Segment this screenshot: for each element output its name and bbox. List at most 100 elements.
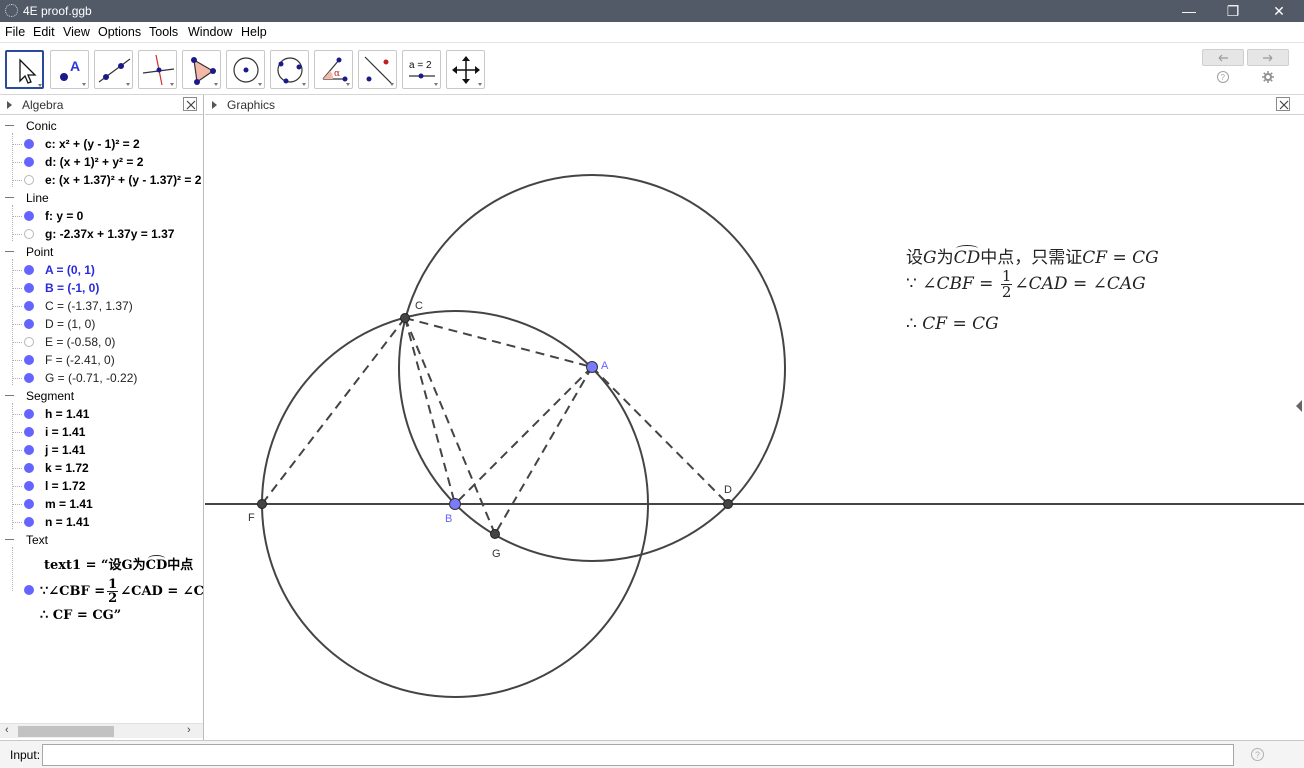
visibility-toggle[interactable] xyxy=(24,157,34,167)
visibility-toggle[interactable] xyxy=(24,373,34,383)
segment-ag[interactable] xyxy=(495,367,592,534)
algebra-item-g[interactable]: g: -2.37x + 1.37y = 1.37 xyxy=(0,225,204,243)
menu-options[interactable]: Options xyxy=(98,25,141,39)
help-icon[interactable]: ? xyxy=(1216,70,1230,84)
algebra-item-text1-line3[interactable]: ∴ CF = CG” xyxy=(0,607,204,625)
group-line[interactable]: Line xyxy=(0,189,204,207)
segment-cb[interactable] xyxy=(405,318,455,504)
gear-icon[interactable] xyxy=(1261,70,1275,84)
algebra-item-j[interactable]: j = 1.41 xyxy=(0,441,204,459)
menu-view[interactable]: View xyxy=(63,25,90,39)
collapse-arrow-icon[interactable] xyxy=(7,101,12,109)
point-B[interactable] xyxy=(450,499,461,510)
group-conic[interactable]: Conic xyxy=(0,117,204,135)
visibility-toggle[interactable] xyxy=(24,499,34,509)
collapse-arrow-icon[interactable] xyxy=(212,101,217,109)
visibility-toggle[interactable] xyxy=(24,229,34,239)
algebra-item-e[interactable]: e: (x + 1.37)² + (y - 1.37)² = 2 xyxy=(0,171,204,189)
perpendicular-tool-button[interactable] xyxy=(138,50,177,89)
algebra-item-f[interactable]: f: y = 0 xyxy=(0,207,204,225)
segment-cf[interactable] xyxy=(262,318,405,504)
menu-window[interactable]: Window xyxy=(188,25,232,39)
conic-tool-button[interactable] xyxy=(270,50,309,89)
scroll-thumb[interactable] xyxy=(18,726,114,737)
visibility-toggle[interactable] xyxy=(24,319,34,329)
visibility-toggle[interactable] xyxy=(24,463,34,473)
algebra-item-n[interactable]: n = 1.41 xyxy=(0,513,204,531)
input-help-icon[interactable]: ? xyxy=(1251,748,1264,761)
visibility-toggle[interactable] xyxy=(24,211,34,221)
collapse-minus-icon[interactable] xyxy=(5,197,14,198)
line-tool-button[interactable] xyxy=(94,50,133,89)
menu-file[interactable]: File xyxy=(5,25,25,39)
visibility-toggle[interactable] xyxy=(24,585,34,595)
visibility-toggle[interactable] xyxy=(24,517,34,527)
expand-sidebar-arrow-icon[interactable] xyxy=(1296,400,1302,412)
menu-edit[interactable]: Edit xyxy=(33,25,55,39)
proof-line-1[interactable]: 设G为CD中点，只需证CF = CG xyxy=(906,243,1159,268)
proof-line-3[interactable]: ∴ CF = CG xyxy=(906,314,999,334)
segment-ca[interactable] xyxy=(405,318,592,367)
algebra-item-B[interactable]: B = (-1, 0) xyxy=(0,279,204,297)
collapse-minus-icon[interactable] xyxy=(5,125,14,126)
algebra-item-m[interactable]: m = 1.41 xyxy=(0,495,204,513)
point-C[interactable] xyxy=(401,314,410,323)
algebra-item-D[interactable]: D = (1, 0) xyxy=(0,315,204,333)
algebra-item-F[interactable]: F = (-2.41, 0) xyxy=(0,351,204,369)
graphics-canvas[interactable]: C A B D F G xyxy=(205,116,1304,740)
visibility-toggle[interactable] xyxy=(24,409,34,419)
polygon-tool-button[interactable] xyxy=(182,50,221,89)
maximize-button[interactable]: ❐ xyxy=(1210,0,1256,22)
angle-tool-button[interactable]: α xyxy=(314,50,353,89)
minimize-button[interactable]: — xyxy=(1166,0,1212,22)
collapse-minus-icon[interactable] xyxy=(5,395,14,396)
move-view-tool-button[interactable] xyxy=(446,50,485,89)
close-button[interactable]: ✕ xyxy=(1256,0,1302,22)
algebra-item-A[interactable]: A = (0, 1) xyxy=(0,261,204,279)
visibility-toggle[interactable] xyxy=(24,481,34,491)
algebra-item-C[interactable]: C = (-1.37, 1.37) xyxy=(0,297,204,315)
proof-line-2[interactable]: ∵ ∠CBF = 12∠CAD = ∠CAG xyxy=(906,269,1146,300)
circle-tool-button[interactable] xyxy=(226,50,265,89)
point-tool-button[interactable]: A xyxy=(50,50,89,89)
redo-button[interactable] xyxy=(1247,49,1289,66)
collapse-minus-icon[interactable] xyxy=(5,539,14,540)
visibility-toggle[interactable] xyxy=(24,139,34,149)
group-text[interactable]: Text xyxy=(0,531,204,549)
visibility-toggle[interactable] xyxy=(24,337,34,347)
algebra-item-d[interactable]: d: (x + 1)² + y² = 2 xyxy=(0,153,204,171)
point-A[interactable] xyxy=(587,362,598,373)
menu-tools[interactable]: Tools xyxy=(149,25,178,39)
algebra-horizontal-scrollbar[interactable]: ‹ › xyxy=(0,723,204,738)
collapse-minus-icon[interactable] xyxy=(5,251,14,252)
algebra-item-c[interactable]: c: x² + (y - 1)² = 2 xyxy=(0,135,204,153)
algebra-item-G[interactable]: G = (-0.71, -0.22) xyxy=(0,369,204,387)
point-D[interactable] xyxy=(724,500,733,509)
visibility-toggle[interactable] xyxy=(24,265,34,275)
visibility-toggle[interactable] xyxy=(24,301,34,311)
undo-button[interactable] xyxy=(1202,49,1244,66)
reflect-tool-button[interactable] xyxy=(358,50,397,89)
algebra-item-k[interactable]: k = 1.72 xyxy=(0,459,204,477)
algebra-item-text1-line1[interactable]: text1 = “设G为CD中点 xyxy=(0,553,204,575)
visibility-toggle[interactable] xyxy=(24,445,34,455)
algebra-close-button[interactable] xyxy=(183,97,197,111)
algebra-item-h[interactable]: h = 1.41 xyxy=(0,405,204,423)
visibility-toggle[interactable] xyxy=(24,283,34,293)
group-point[interactable]: Point xyxy=(0,243,204,261)
algebra-item-E[interactable]: E = (-0.58, 0) xyxy=(0,333,204,351)
slider-tool-button[interactable]: a = 2 xyxy=(402,50,441,89)
menu-help[interactable]: Help xyxy=(241,25,267,39)
point-G[interactable] xyxy=(491,530,500,539)
visibility-toggle[interactable] xyxy=(24,355,34,365)
algebra-item-l[interactable]: l = 1.72 xyxy=(0,477,204,495)
visibility-toggle[interactable] xyxy=(24,175,34,185)
algebra-item-i[interactable]: i = 1.41 xyxy=(0,423,204,441)
group-segment[interactable]: Segment xyxy=(0,387,204,405)
segment-ad[interactable] xyxy=(592,367,728,504)
algebra-item-text1-line2[interactable]: ∵∠CBF =12∠CAD = ∠C xyxy=(0,575,204,605)
scroll-right-arrow-icon[interactable]: › xyxy=(187,724,191,736)
graphics-close-button[interactable] xyxy=(1276,97,1290,111)
input-field[interactable] xyxy=(42,744,1234,766)
move-tool-button[interactable] xyxy=(5,50,44,89)
